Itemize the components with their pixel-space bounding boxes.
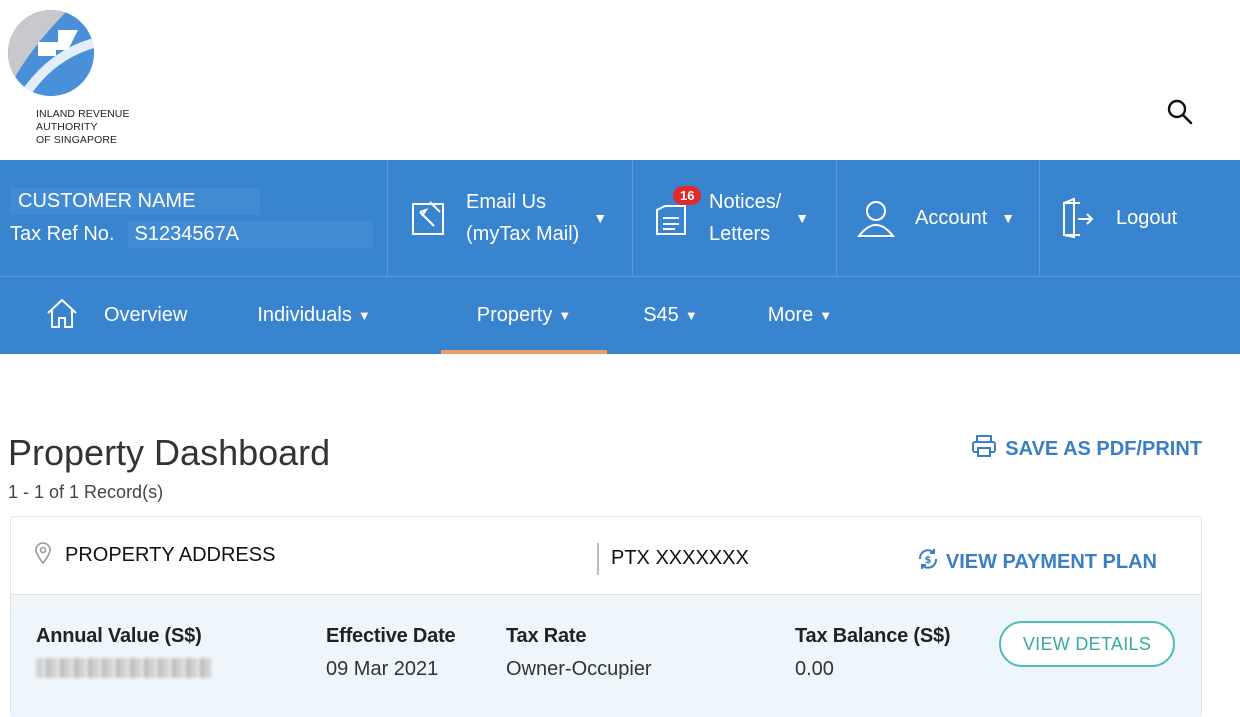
save-pdf-label: SAVE AS PDF/PRINT <box>1005 437 1202 460</box>
logout-icon <box>1060 197 1096 239</box>
tax-ref-value: S1234567A <box>128 221 374 248</box>
property-card: PROPERTY ADDRESS PTX XXXXXXX $ VIEW PAYM… <box>10 516 1202 717</box>
email-label-line-2: (myTax Mail) <box>466 223 580 245</box>
notices-letters-menu[interactable]: 16 Notices/ Letters ▼ <box>633 160 837 276</box>
nav-s45-label: S45 <box>643 304 679 326</box>
nav-overview-label: Overview <box>104 304 188 326</box>
header-divider <box>597 543 599 575</box>
nav-more[interactable]: More ▼ <box>768 277 832 354</box>
view-details-button[interactable]: VIEW DETAILS <box>999 621 1175 667</box>
chevron-down-icon: ▼ <box>357 308 371 323</box>
nav-more-label: More <box>767 304 814 326</box>
ptx-reference: PTX XXXXXXX <box>611 547 749 569</box>
printer-icon <box>971 434 1005 464</box>
annual-value-redacted <box>36 658 212 678</box>
tax-rate-value: Owner-Occupier <box>506 658 652 680</box>
notices-label-line-1: Notices/ <box>709 191 782 213</box>
email-icon <box>410 198 446 238</box>
chevron-down-icon: ▼ <box>558 308 572 323</box>
payment-plan-icon: $ <box>916 547 946 577</box>
tax-rate-column: Tax Rate Owner-Occupier <box>506 625 652 681</box>
page-title: Property Dashboard <box>8 432 331 473</box>
tax-rate-label: Tax Rate <box>506 625 587 647</box>
account-icon <box>857 198 895 238</box>
property-address: PROPERTY ADDRESS <box>35 541 276 570</box>
nav-overview[interactable]: Overview <box>46 277 187 354</box>
org-name: INLAND REVENUE AUTHORITY OF SINGAPORE <box>36 108 138 147</box>
email-label-line-1: Email Us <box>466 191 547 213</box>
logout-label: Logout <box>1116 207 1178 229</box>
save-pdf-print-button[interactable]: SAVE AS PDF/PRINT <box>971 434 1202 464</box>
property-address-text: PROPERTY ADDRESS <box>65 544 276 566</box>
nav-property-label: Property <box>476 304 553 326</box>
iras-logo[interactable]: INLAND REVENUE AUTHORITY OF SINGAPORE <box>8 10 138 147</box>
tax-balance-value: 0.00 <box>795 658 834 680</box>
nav-individuals[interactable]: Individuals ▼ <box>257 277 370 354</box>
search-icon[interactable] <box>1166 98 1194 126</box>
view-payment-plan-label: VIEW PAYMENT PLAN <box>945 550 1157 573</box>
property-card-header: PROPERTY ADDRESS PTX XXXXXXX $ VIEW PAYM… <box>11 517 1201 595</box>
record-count: 1 - 1 of 1 Record(s) <box>8 482 164 502</box>
nav-s45[interactable]: S45 ▼ <box>643 277 697 354</box>
tax-balance-column: Tax Balance (S$) 0.00 <box>795 625 951 681</box>
chevron-down-icon: ▼ <box>1001 210 1016 226</box>
chevron-down-icon: ▼ <box>819 308 833 323</box>
org-name-line-3: OF SINGAPORE <box>36 134 118 146</box>
property-card-body: Annual Value (S$) Effective Date 09 Mar … <box>11 595 1201 717</box>
home-icon <box>46 297 78 335</box>
top-header: INLAND REVENUE AUTHORITY OF SINGAPORE <box>0 0 1240 160</box>
location-pin-icon <box>35 541 65 570</box>
effective-date-column: Effective Date 09 Mar 2021 <box>326 625 456 681</box>
notices-icon: 16 <box>653 186 702 238</box>
main-nav: Overview Individuals ▼ Property ▼ S45 ▼ Mor… <box>0 276 1240 354</box>
org-name-line-2: AUTHORITY <box>36 121 98 133</box>
chevron-down-icon: ▼ <box>795 210 810 226</box>
customer-name: CUSTOMER NAME <box>10 188 260 215</box>
nav-individuals-label: Individuals <box>257 304 352 326</box>
effective-date-label: Effective Date <box>326 625 456 647</box>
org-name-line-1: INLAND REVENUE <box>36 108 130 120</box>
tax-ref-label: Tax Ref No. <box>10 223 115 245</box>
annual-value-column: Annual Value (S$) <box>36 625 212 684</box>
user-bar: CUSTOMER NAME Tax Ref No. S1234567A Emai… <box>0 160 1240 276</box>
notices-count-badge: 16 <box>673 186 702 205</box>
view-payment-plan-link[interactable]: $ VIEW PAYMENT PLAN <box>916 547 1157 577</box>
notices-label-line-2: Letters <box>709 223 771 245</box>
account-label: Account <box>915 207 988 229</box>
tax-balance-label: Tax Balance (S$) <box>795 625 951 647</box>
customer-info: CUSTOMER NAME Tax Ref No. S1234567A <box>0 160 388 276</box>
chevron-down-icon: ▼ <box>593 210 608 226</box>
nav-property[interactable]: Property ▼ <box>440 277 608 354</box>
logo-icon <box>8 10 94 96</box>
chevron-down-icon: ▼ <box>684 308 698 323</box>
account-menu[interactable]: Account ▼ <box>837 160 1040 276</box>
email-us-menu[interactable]: Email Us (myTax Mail) ▼ <box>388 160 633 276</box>
tax-ref: Tax Ref No. S1234567A <box>10 221 374 248</box>
logout-button[interactable]: Logout <box>1040 160 1240 276</box>
effective-date-value: 09 Mar 2021 <box>326 658 439 680</box>
annual-value-label: Annual Value (S$) <box>36 625 202 647</box>
svg-text:$: $ <box>924 555 931 566</box>
